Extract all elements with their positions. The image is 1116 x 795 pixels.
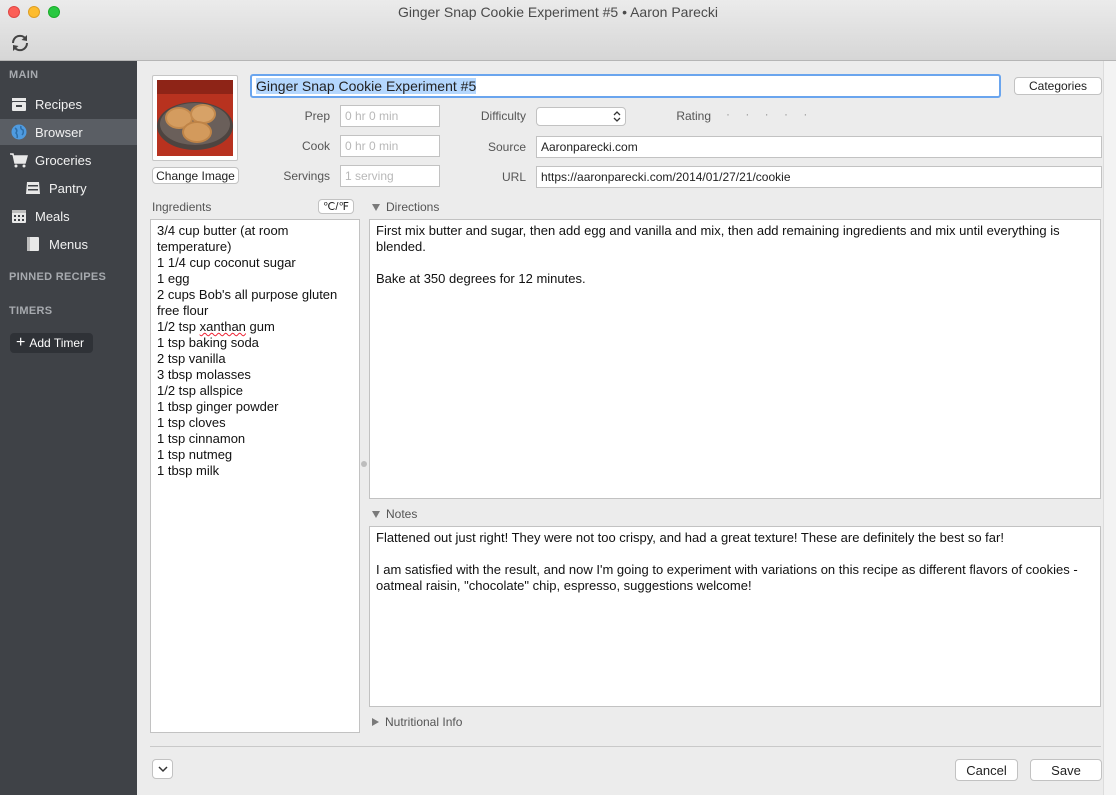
sidebar-item-label: Groceries bbox=[35, 152, 92, 168]
plus-icon: + bbox=[16, 334, 26, 351]
sidebar-item-menus[interactable]: Menus bbox=[0, 231, 137, 257]
menu-book-icon bbox=[24, 235, 42, 253]
recipe-title-text: Ginger Snap Cookie Experiment #5 bbox=[256, 78, 477, 94]
chevron-down-icon bbox=[157, 762, 168, 776]
temperature-unit-toggle[interactable]: ℃/℉ bbox=[318, 199, 354, 214]
sidebar-item-label: Recipes bbox=[35, 96, 82, 112]
notes-paragraph: Flattened out just right! They were not … bbox=[376, 530, 1004, 545]
sidebar-section-pinned: PINNED RECIPES bbox=[9, 271, 107, 283]
prep-label: Prep bbox=[304, 109, 330, 123]
rating-label: Rating bbox=[676, 109, 711, 123]
ingredient-item: 1/2 tsp allspice bbox=[157, 383, 243, 398]
notes-text[interactable]: Flattened out just right! They were not … bbox=[369, 526, 1101, 707]
change-image-button[interactable]: Change Image bbox=[152, 167, 239, 184]
difficulty-select[interactable] bbox=[536, 107, 626, 126]
cancel-button[interactable]: Cancel bbox=[955, 759, 1018, 781]
rating-control[interactable]: · · · · · bbox=[726, 107, 813, 121]
recipes-icon bbox=[10, 95, 28, 113]
spellcheck-word: xanthan bbox=[199, 319, 246, 334]
add-timer-label: Add Timer bbox=[29, 336, 85, 350]
sidebar-item-groceries[interactable]: Groceries bbox=[0, 147, 137, 173]
url-input[interactable]: https://aaronparecki.com/2014/01/27/21/c… bbox=[536, 166, 1102, 188]
ingredient-item: 2 tsp vanilla bbox=[157, 351, 226, 366]
disclosure-down-icon bbox=[372, 510, 380, 518]
servings-input[interactable]: 1 serving bbox=[340, 165, 440, 187]
ingredient-item: 1 egg bbox=[157, 271, 190, 286]
sidebar-section-timers: TIMERS bbox=[9, 305, 53, 317]
ingredient-item: 1 tsp baking soda bbox=[157, 335, 259, 350]
url-label: URL bbox=[501, 170, 526, 184]
sidebar: MAIN Recipes Browser Groceries Pantry Me… bbox=[0, 61, 137, 795]
ingredients-label: Ingredients bbox=[152, 200, 212, 214]
notes-header[interactable]: Notes bbox=[372, 507, 417, 521]
recipe-title-input[interactable]: Ginger Snap Cookie Experiment #5 bbox=[250, 74, 1001, 98]
sidebar-item-label: Menus bbox=[49, 236, 89, 252]
add-timer-button[interactable]: + Add Timer bbox=[10, 333, 93, 353]
cook-input[interactable]: 0 hr 0 min bbox=[340, 135, 440, 157]
directions-paragraph: Bake at 350 degrees for 12 minutes. bbox=[376, 271, 586, 286]
sidebar-item-browser[interactable]: Browser bbox=[0, 119, 137, 145]
ingredient-item: 1 tsp nutmeg bbox=[157, 447, 233, 462]
sidebar-item-pantry[interactable]: Pantry bbox=[0, 175, 137, 201]
ingredient-item: 2 cups Bob's all purpose gluten free flo… bbox=[157, 287, 338, 318]
ingredient-item: 3 tbsp molasses bbox=[157, 367, 251, 382]
ingredient-item: 1 tsp cinnamon bbox=[157, 431, 246, 446]
cook-label: Cook bbox=[301, 139, 330, 153]
servings-label: Servings bbox=[283, 169, 330, 183]
directions-paragraph: First mix butter and sugar, then add egg… bbox=[376, 223, 1060, 254]
footer-divider bbox=[150, 746, 1101, 747]
source-input[interactable]: Aaronparecki.com bbox=[536, 136, 1102, 158]
sidebar-item-meals[interactable]: Meals bbox=[0, 203, 137, 229]
directions-label: Directions bbox=[386, 200, 440, 214]
difficulty-label: Difficulty bbox=[480, 109, 526, 123]
sidebar-item-label: Pantry bbox=[49, 180, 87, 196]
more-options-button[interactable] bbox=[152, 759, 173, 779]
cart-icon bbox=[10, 151, 28, 169]
cookie-photo bbox=[157, 80, 233, 156]
disclosure-down-icon bbox=[372, 203, 380, 211]
recipe-image[interactable] bbox=[152, 75, 238, 161]
window-edge-scrollbar bbox=[1103, 61, 1116, 795]
window-title: Ginger Snap Cookie Experiment #5 • Aaron… bbox=[397, 4, 719, 20]
recipe-editor: Change Image Ginger Snap Cookie Experime… bbox=[137, 61, 1116, 795]
disclosure-right-icon bbox=[372, 718, 379, 726]
categories-button[interactable]: Categories bbox=[1014, 77, 1102, 95]
ingredient-item: 1 1/4 cup coconut sugar bbox=[157, 255, 296, 270]
sidebar-item-recipes[interactable]: Recipes bbox=[0, 91, 137, 117]
chevron-updown-icon bbox=[613, 110, 621, 126]
calendar-icon bbox=[10, 207, 28, 225]
globe-icon bbox=[10, 123, 28, 141]
nutritional-info-header[interactable]: Nutritional Info bbox=[372, 715, 462, 729]
pantry-icon bbox=[24, 179, 42, 197]
ingredient-item: 1 tsp cloves bbox=[157, 415, 226, 430]
ingredient-item: 3/4 cup butter (at room temperature) bbox=[157, 223, 289, 254]
save-button[interactable]: Save bbox=[1030, 759, 1102, 781]
split-handle[interactable] bbox=[361, 461, 367, 467]
directions-header[interactable]: Directions bbox=[372, 200, 439, 214]
title-bar: Ginger Snap Cookie Experiment #5 • Aaron… bbox=[0, 0, 1116, 61]
nutritional-info-label: Nutritional Info bbox=[385, 715, 463, 729]
ingredient-item: 1 tbsp milk bbox=[157, 463, 220, 478]
prep-input[interactable]: 0 hr 0 min bbox=[340, 105, 440, 127]
sidebar-item-label: Browser bbox=[35, 124, 83, 140]
sidebar-item-label: Meals bbox=[35, 208, 70, 224]
directions-text[interactable]: First mix butter and sugar, then add egg… bbox=[369, 219, 1101, 499]
sync-icon[interactable] bbox=[9, 32, 31, 54]
ingredients-list[interactable]: 3/4 cup butter (at room temperature) 1 1… bbox=[150, 219, 360, 733]
ingredient-item: 1/2 tsp xanthan gum bbox=[157, 319, 275, 334]
notes-label: Notes bbox=[386, 507, 418, 521]
source-label: Source bbox=[487, 140, 526, 154]
notes-paragraph: I am satisfied with the result, and now … bbox=[376, 562, 1078, 593]
ingredient-item: 1 tbsp ginger powder bbox=[157, 399, 279, 414]
sidebar-section-main: MAIN bbox=[9, 69, 39, 81]
